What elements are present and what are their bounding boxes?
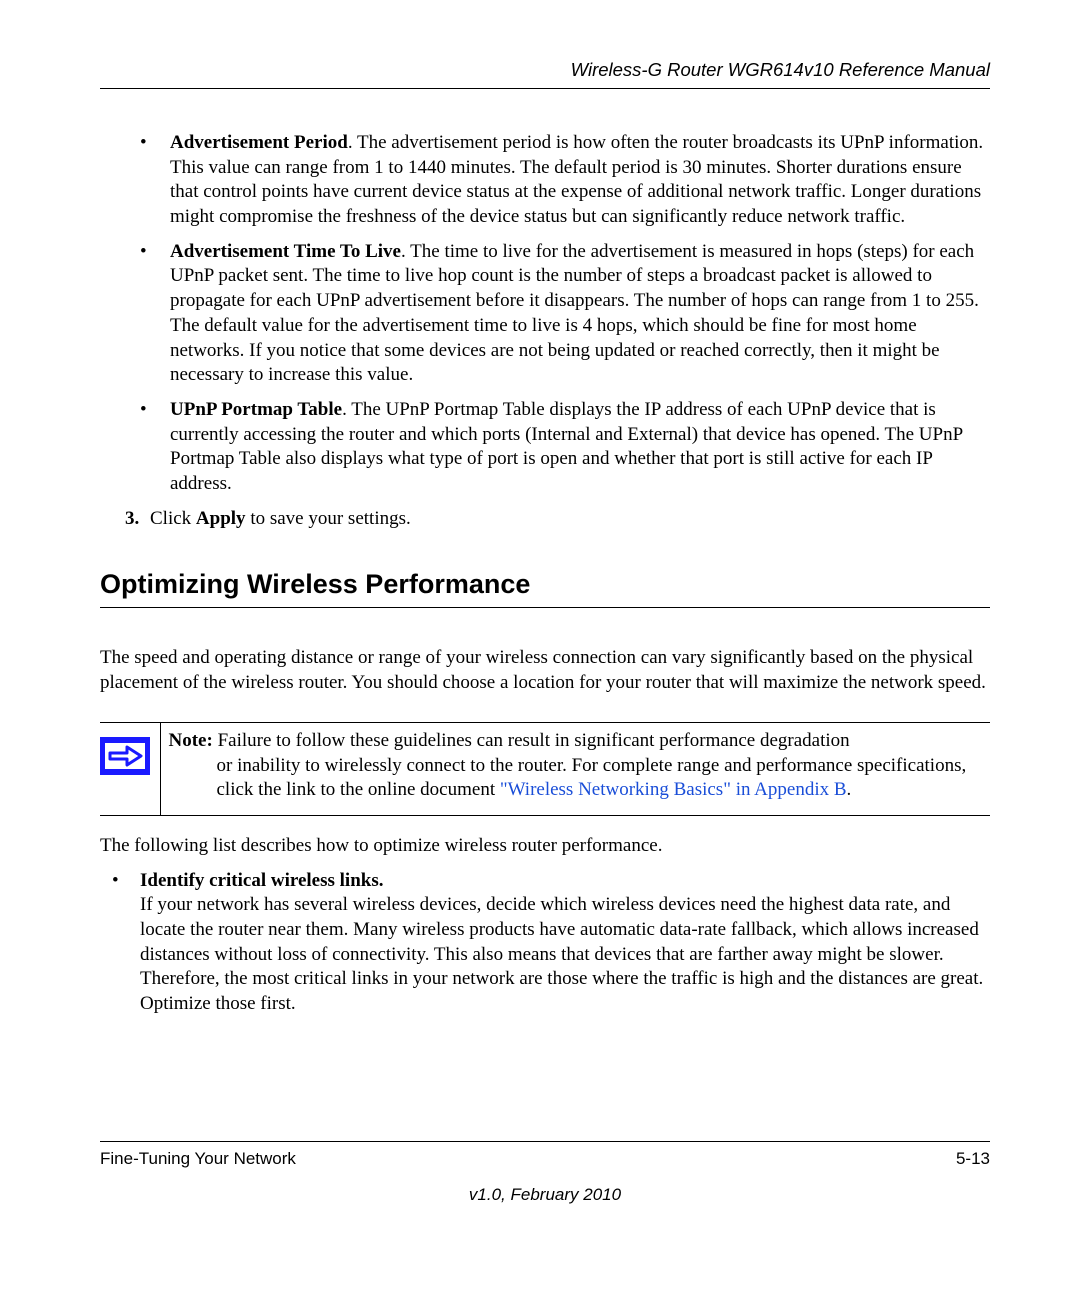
bullet-advertisement-period: Advertisement Period. The advertisement …	[100, 131, 990, 230]
step-3: 3.Click Apply to save your settings.	[100, 507, 990, 532]
page-header: Wireless-G Router WGR614v10 Reference Ma…	[100, 58, 990, 89]
footer-left: Fine-Tuning Your Network	[100, 1148, 296, 1170]
intro-paragraph: The speed and operating distance or rang…	[100, 646, 990, 695]
apply-label: Apply	[196, 508, 246, 529]
page-footer: Fine-Tuning Your Network 5-13 v1.0, Febr…	[100, 1141, 990, 1206]
step-post: to save your settings.	[246, 508, 411, 529]
optimize-item-title: Identify critical wireless links.	[140, 870, 383, 891]
optimize-item-critical-links: Identify critical wireless links. If you…	[100, 869, 990, 1017]
bullet-desc: . The time to live for the advertisement…	[170, 241, 979, 385]
optimize-list: Identify critical wireless links. If you…	[100, 869, 990, 1017]
upnp-bullet-list: Advertisement Period. The advertisement …	[100, 131, 990, 497]
note-end: .	[847, 779, 852, 800]
step-number: 3.	[125, 507, 150, 532]
note-box: Note: Failure to follow these guidelines…	[100, 722, 990, 816]
afterlist-paragraph: The following list describes how to opti…	[100, 834, 990, 859]
note-body: Note: Failure to follow these guidelines…	[160, 722, 990, 815]
note-line1-tail: Failure to follow these guidelines can r…	[213, 730, 850, 751]
note-icon-cell	[100, 722, 160, 815]
bullet-term: Advertisement Time To Live	[170, 241, 401, 262]
footer-version: v1.0, February 2010	[100, 1184, 990, 1206]
bullet-term: UPnP Portmap Table	[170, 399, 342, 420]
step-pre: Click	[150, 508, 196, 529]
footer-right-page-number: 5-13	[956, 1148, 990, 1170]
optimize-item-body: If your network has several wireless dev…	[140, 893, 990, 1016]
bullet-term: Advertisement Period	[170, 132, 348, 153]
section-heading-optimizing: Optimizing Wireless Performance	[100, 567, 990, 608]
bullet-advertisement-ttl: Advertisement Time To Live. The time to …	[100, 240, 990, 388]
note-label: Note:	[169, 730, 213, 751]
bullet-upnp-portmap: UPnP Portmap Table. The UPnP Portmap Tab…	[100, 398, 990, 497]
arrow-right-icon	[100, 737, 150, 775]
note-link-wireless-basics[interactable]: "Wireless Networking Basics" in Appendix…	[500, 779, 847, 800]
